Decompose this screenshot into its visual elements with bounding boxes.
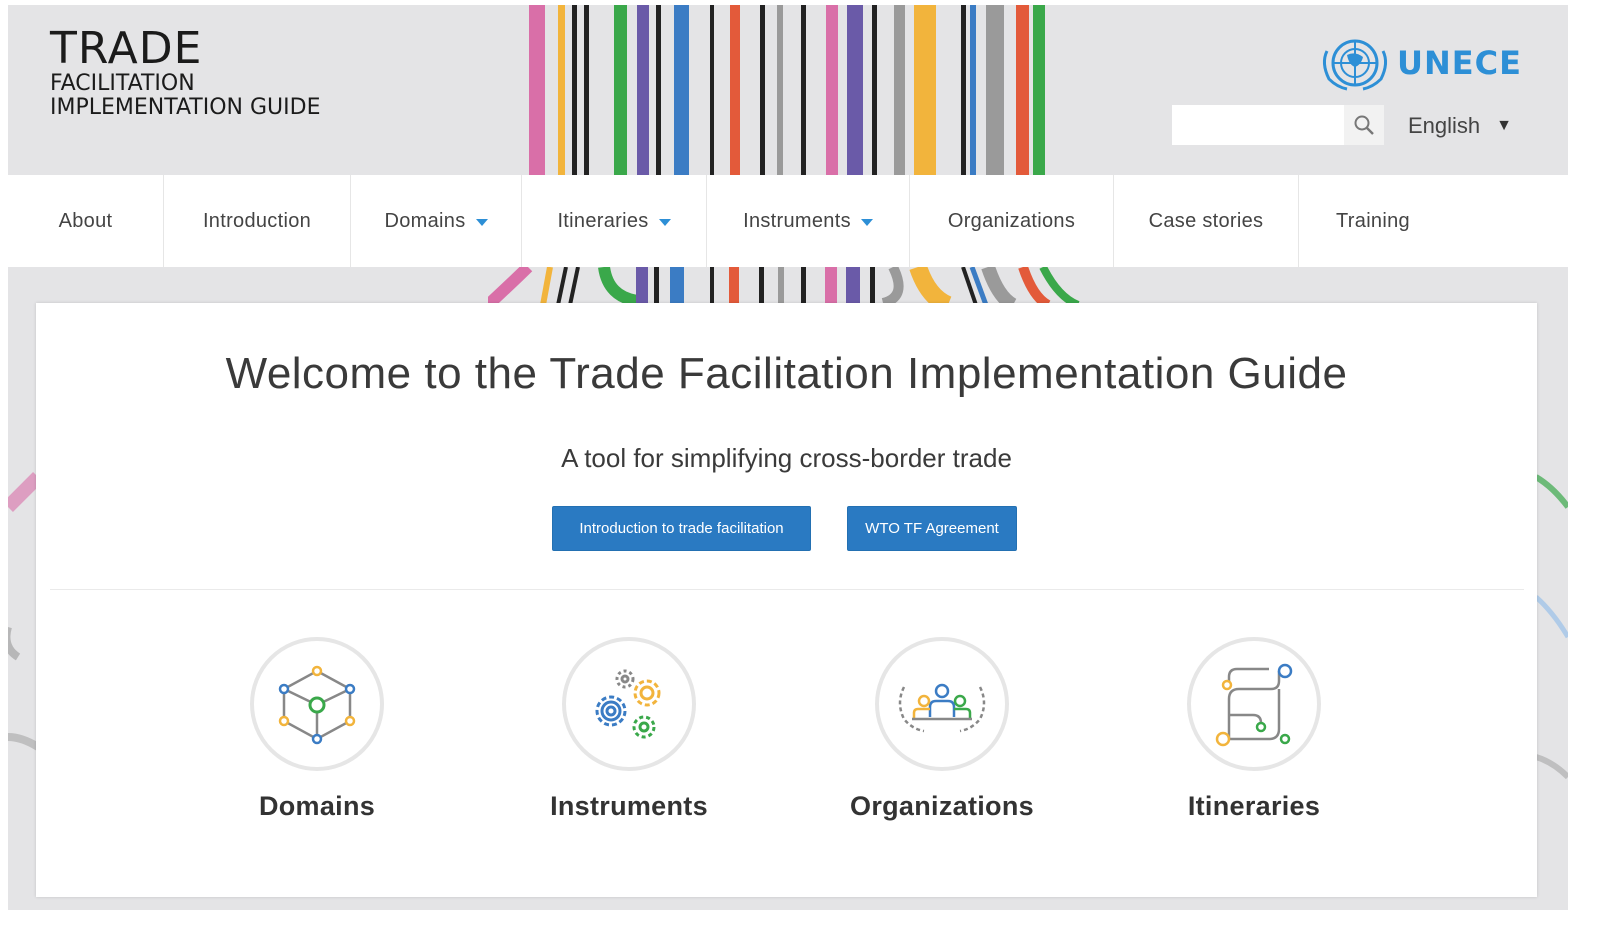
tile-icon-circle bbox=[1187, 637, 1321, 771]
unece-logo[interactable]: UNECE bbox=[1317, 31, 1522, 95]
tile-label: Instruments bbox=[550, 791, 708, 821]
nav-label: About bbox=[58, 209, 113, 232]
search-input[interactable] bbox=[1172, 105, 1342, 145]
page-title: Welcome to the Trade Facilitation Implem… bbox=[225, 349, 1348, 398]
nav-item-case-stories[interactable]: Case stories bbox=[1114, 175, 1299, 267]
search-form bbox=[1172, 105, 1384, 145]
tile-label: Domains bbox=[258, 791, 376, 821]
search-icon bbox=[1354, 115, 1374, 135]
tile-instruments[interactable]: Instruments bbox=[529, 637, 729, 822]
page-subtitle: A tool for simplifying cross-border trad… bbox=[561, 443, 1012, 473]
site-logo[interactable]: TRADE FACILITATION IMPLEMENTATION GUIDE bbox=[50, 27, 320, 119]
nav-label: Domains bbox=[384, 209, 466, 232]
unece-wordmark: UNECE bbox=[1397, 44, 1522, 82]
tile-icon-circle bbox=[875, 637, 1009, 771]
logo-subtitle-1: FACILITATION bbox=[50, 71, 195, 96]
nav-item-instruments[interactable]: Instruments bbox=[707, 175, 910, 267]
search-button[interactable] bbox=[1344, 105, 1384, 145]
logo-title: TRADE bbox=[50, 23, 203, 74]
cube-network-icon bbox=[278, 665, 356, 745]
tile-itineraries[interactable]: Itineraries bbox=[1154, 637, 1354, 822]
tile-icon-circle bbox=[250, 637, 384, 771]
language-selector[interactable]: English ▼ bbox=[1408, 113, 1512, 139]
caret-down-icon bbox=[658, 218, 671, 226]
nav-item-itineraries[interactable]: Itineraries bbox=[522, 175, 707, 267]
intro-trade-facilitation-button[interactable]: Introduction to trade facilitation bbox=[552, 506, 811, 551]
nav-label: Itineraries bbox=[557, 209, 649, 232]
nav-label: Case stories bbox=[1148, 209, 1264, 232]
nav-item-domains[interactable]: Domains bbox=[351, 175, 522, 267]
welcome-card: Welcome to the Trade Facilitation Implem… bbox=[36, 303, 1537, 897]
nav-item-introduction[interactable]: Introduction bbox=[164, 175, 351, 267]
stripes-transition-graphic bbox=[488, 267, 1080, 305]
caret-down-icon bbox=[475, 218, 488, 226]
gears-icon bbox=[595, 669, 661, 739]
caret-down-icon bbox=[860, 218, 873, 226]
nav-label: Instruments bbox=[743, 209, 851, 232]
nav-item-organizations[interactable]: Organizations bbox=[910, 175, 1114, 267]
route-map-icon bbox=[1215, 663, 1293, 747]
wto-tf-agreement-button[interactable]: WTO TF Agreement bbox=[847, 506, 1017, 551]
logo-subtitle-2: IMPLEMENTATION GUIDE bbox=[50, 95, 321, 120]
main-nav: About Introduction Domains Itineraries I… bbox=[8, 175, 1568, 267]
nav-item-training[interactable]: Training bbox=[1299, 175, 1447, 267]
nav-label: Training bbox=[1336, 209, 1410, 232]
tile-label: Organizations bbox=[850, 791, 1034, 821]
section-divider bbox=[50, 589, 1524, 590]
people-laurel-icon bbox=[898, 683, 986, 733]
nav-label: Introduction bbox=[202, 209, 312, 232]
caret-down-icon: ▼ bbox=[1496, 117, 1512, 134]
tile-label: Itineraries bbox=[1187, 791, 1321, 821]
nav-label: Organizations bbox=[947, 209, 1076, 232]
un-emblem-icon bbox=[1323, 39, 1388, 91]
tile-organizations[interactable]: Organizations bbox=[842, 637, 1042, 822]
tile-icon-circle bbox=[562, 637, 696, 771]
nav-item-about[interactable]: About bbox=[8, 175, 164, 267]
language-label: English bbox=[1408, 113, 1481, 138]
site-header: TRADE FACILITATION IMPLEMENTATION GUIDE bbox=[8, 5, 1568, 175]
tile-domains[interactable]: Domains bbox=[217, 637, 417, 822]
header-stripes-graphic bbox=[529, 5, 1045, 175]
page: TRADE FACILITATION IMPLEMENTATION GUIDE bbox=[8, 5, 1568, 910]
